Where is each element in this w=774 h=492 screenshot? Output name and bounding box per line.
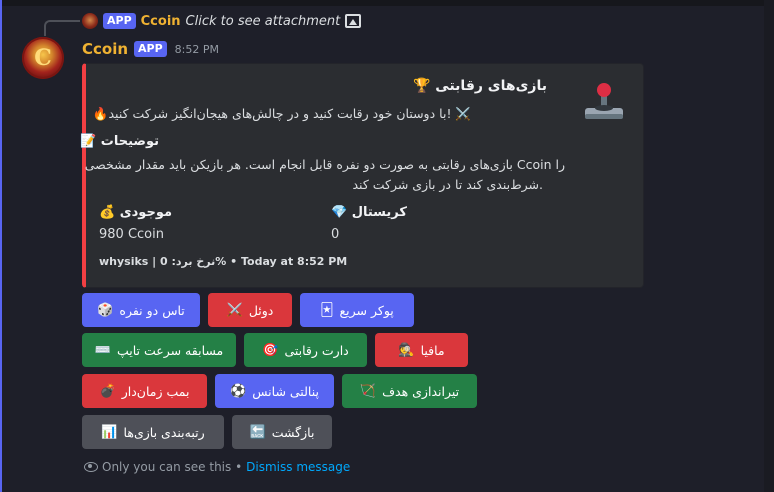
darts-button[interactable]: 🎯 دارت رقابتی bbox=[244, 333, 367, 367]
back-button[interactable]: 🔙 بازگشت bbox=[232, 415, 332, 449]
avatar[interactable]: C bbox=[22, 37, 64, 79]
button-label: تیراندازی هدف bbox=[382, 383, 460, 399]
back-arrow-icon: 🔙 bbox=[249, 424, 266, 440]
scrollbar-track[interactable] bbox=[764, 0, 774, 492]
top-strip bbox=[0, 0, 774, 6]
bomb-icon: 💣 bbox=[99, 383, 116, 399]
field-crystal-name: 💎 کریستال bbox=[331, 205, 407, 220]
button-label: رتبه‌بندی بازی‌ها bbox=[123, 424, 205, 440]
joystick-icon bbox=[585, 83, 623, 119]
reply-preview[interactable]: APP Ccoin Click to see attachment bbox=[82, 11, 362, 31]
embed-section-title: 📝 توضیحات bbox=[80, 134, 159, 149]
embed-footer: whysiks | 0 :نرخ برد% • Today at 8:52 PM bbox=[99, 255, 348, 268]
target-shooting-button[interactable]: 🏹 تیراندازی هدف bbox=[342, 374, 477, 408]
mafia-button[interactable]: 🕵️ مافیا bbox=[375, 333, 468, 367]
button-label: بمب زمان‌دار bbox=[121, 383, 190, 399]
field-balance-name: 💰 موجودی bbox=[99, 205, 173, 220]
quick-poker-button[interactable]: 🃏 پوکر سریع bbox=[300, 293, 414, 327]
message-highlight-bar bbox=[0, 0, 2, 492]
time-bomb-button[interactable]: 💣 بمب زمان‌دار bbox=[82, 374, 207, 408]
button-label: تاس دو نفره bbox=[119, 302, 185, 318]
button-label: دارت رقابتی bbox=[284, 342, 349, 358]
bow-arrow-icon: 🏹 bbox=[359, 383, 377, 399]
timestamp: 8:52 PM bbox=[174, 42, 219, 56]
button-label: پوکر سریع bbox=[339, 302, 394, 318]
penalty-button[interactable]: ⚽ پنالتی شانس bbox=[215, 374, 334, 408]
dart-target-icon: 🎯 bbox=[262, 342, 279, 358]
coin-logo-icon: C bbox=[34, 45, 52, 71]
embed-section-line: شرط‌بندی کند تا در بازی شرکت کند. bbox=[352, 177, 543, 192]
playing-card-icon: 🃏 bbox=[320, 302, 334, 318]
dice-icon: 🎲 bbox=[97, 302, 114, 318]
embed-title: 🏆 بازی‌های رقابتی bbox=[412, 78, 547, 94]
field-crystal-value: 0 bbox=[331, 227, 340, 242]
reply-connector bbox=[44, 20, 80, 36]
soccer-ball-icon: ⚽ bbox=[230, 383, 247, 399]
reply-text[interactable]: Click to see attachment bbox=[186, 14, 341, 29]
ephemeral-text: Only you can see this • bbox=[102, 460, 243, 474]
button-label: بازگشت bbox=[271, 424, 315, 440]
field-balance-value: 980 Ccoin bbox=[99, 227, 164, 242]
author-name[interactable]: Ccoin bbox=[82, 40, 128, 58]
ephemeral-notice: Only you can see this • Dismiss message bbox=[84, 460, 350, 474]
duel-button[interactable]: ⚔️ دوئل bbox=[208, 293, 292, 327]
detective-icon: 🕵️ bbox=[398, 342, 415, 358]
reply-avatar bbox=[82, 13, 98, 29]
game-ranking-button[interactable]: 📊 رتبه‌بندی بازی‌ها bbox=[82, 415, 224, 449]
crossed-swords-icon: ⚔️ bbox=[226, 302, 243, 318]
embed-description: 🔥با دوستان خود رقابت کنید و در چالش‌های … bbox=[92, 106, 471, 121]
message-header: Ccoin APP 8:52 PM bbox=[82, 39, 219, 59]
typing-race-button[interactable]: ⌨️ مسابقه سرعت تایپ bbox=[82, 333, 236, 367]
bar-chart-icon: 📊 bbox=[101, 424, 118, 440]
image-icon bbox=[345, 14, 362, 28]
button-label: مافیا bbox=[420, 342, 445, 358]
app-badge: APP bbox=[134, 41, 167, 57]
eye-icon bbox=[84, 462, 98, 472]
reply-author[interactable]: Ccoin bbox=[141, 14, 181, 29]
keyboard-icon: ⌨️ bbox=[94, 342, 111, 358]
embed-card: 🏆 بازی‌های رقابتی 🔥با دوستان خود رقابت ک… bbox=[80, 63, 644, 288]
dice-game-button[interactable]: 🎲 تاس دو نفره bbox=[82, 293, 200, 327]
button-label: دوئل bbox=[248, 302, 274, 318]
reply-app-badge: APP bbox=[103, 13, 136, 29]
dismiss-message-link[interactable]: Dismiss message bbox=[246, 460, 350, 474]
button-label: مسابقه سرعت تایپ bbox=[116, 342, 224, 358]
button-label: پنالتی شانس bbox=[252, 383, 319, 399]
embed-section-line: بازی‌های رقابتی به صورت دو نفره قابل انج… bbox=[84, 157, 565, 172]
